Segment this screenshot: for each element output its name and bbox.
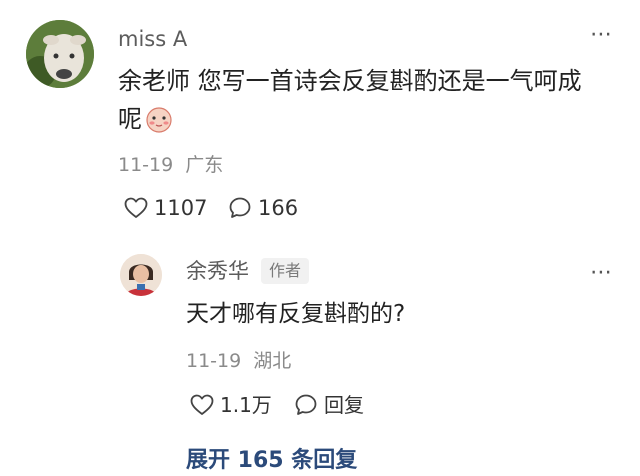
reply-date: 11-19 [186,350,242,372]
reply-meta: 11-19 湖北 [186,348,291,374]
reply-location: 湖北 [253,350,292,372]
person-avatar-icon [120,254,162,296]
goat-avatar-icon [26,20,94,88]
reply-button-label: 回复 [324,393,364,417]
reply-username[interactable]: 余秀华 [186,257,249,285]
comment-username[interactable]: miss A [118,25,187,53]
author-badge: 作者 [261,258,310,284]
reply-text: 天才哪有反复斟酌的? [186,301,406,327]
reply-like-count: 1.1万 [220,393,272,417]
more-options-icon[interactable]: ⋯ [590,22,614,47]
like-button[interactable]: 1107 [124,194,207,222]
like-count: 1107 [154,196,208,220]
reply-header: 余秀华 作者 [186,257,310,285]
comment-text-line1: 余老师 您写一首诗会反复斟酌还是一气呵成 [118,67,582,95]
comment-text-end: 呢 [118,105,142,133]
shy-face-emoji-icon [146,107,172,133]
heart-icon [190,394,214,415]
comment-bubble-icon [295,394,317,415]
comment-date: 11-19 [118,154,174,176]
user-avatar[interactable] [26,20,94,88]
reply-count: 166 [258,196,299,220]
expand-replies-link[interactable]: 展开 165 条回复 [186,446,357,476]
reply-count-button[interactable]: 166 [228,194,298,222]
reply-like-button[interactable]: 1.1万 [190,391,272,419]
comment-location: 广东 [185,154,224,176]
heart-icon [124,197,148,218]
comment-text-line2: 呢 [118,102,174,136]
comment-bubble-icon [229,197,251,218]
reply-more-options-icon[interactable]: ⋯ [590,260,614,285]
comment-meta: 11-19 广东 [118,152,223,178]
author-avatar[interactable] [120,254,162,296]
reply-button[interactable]: 回复 [294,391,364,419]
